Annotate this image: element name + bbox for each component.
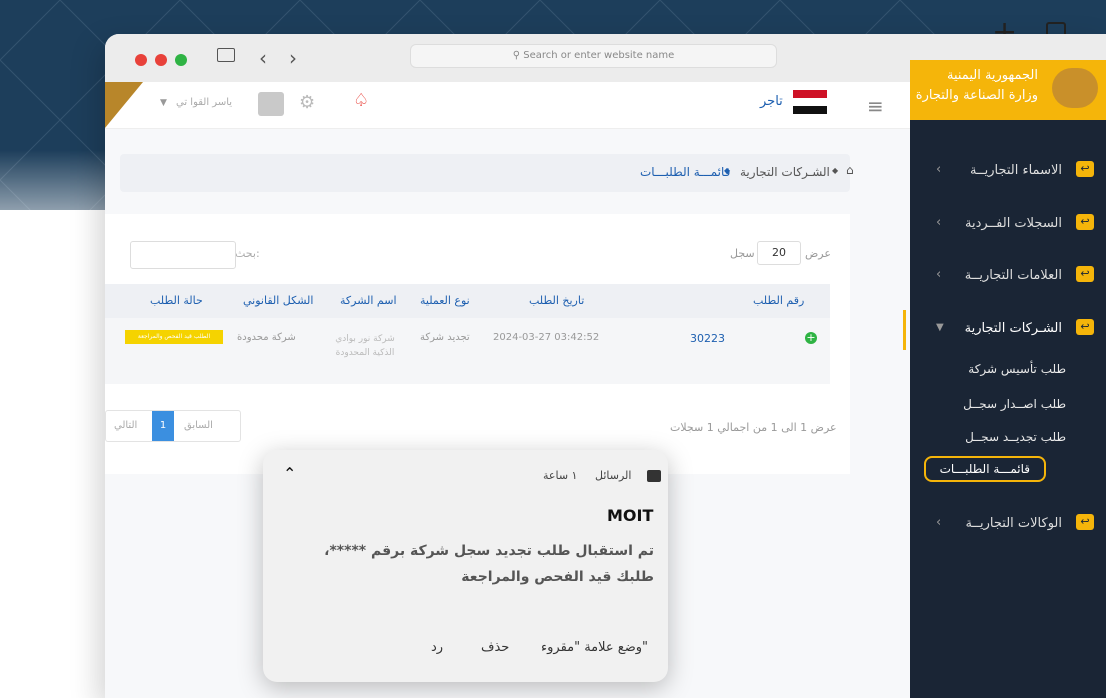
- table-info: عرض 1 الى 1 من اجمالي 1 سجلات: [670, 421, 837, 434]
- notification-app: الرسائل: [595, 469, 632, 482]
- minimize-window-button[interactable]: [155, 54, 167, 66]
- header-operation-type[interactable]: نوع العملية: [420, 294, 470, 307]
- records-label: سجل: [730, 247, 755, 260]
- page-size-select[interactable]: 20: [757, 241, 801, 265]
- sidebar-item-label: العلامات التجاريــة: [964, 268, 1062, 283]
- chevron-left-icon: ‹: [936, 162, 942, 177]
- sidebar-item-label: الاسماء التجاريــة: [970, 163, 1062, 178]
- table-header: رقم الطلب تاريخ الطلب نوع العملية اسم ال…: [105, 284, 830, 318]
- notification-body-line1: تم استقبال طلب تجديد سجل شركة برقم *****…: [324, 543, 654, 559]
- maximize-window-button[interactable]: [175, 54, 187, 66]
- exit-arrow-icon: ↩: [1076, 214, 1094, 230]
- exit-arrow-icon: ↩: [1076, 161, 1094, 177]
- requests-table-card: بحث: عرض 20 سجل رقم الطلب تاريخ الطلب نو…: [105, 214, 850, 474]
- submenu-item-renew[interactable]: طلب تجديــد سجــل: [965, 430, 1066, 444]
- table-row: + 30223 2024-03-27 03:42:52 تجديد شركة ش…: [105, 318, 830, 384]
- submenu-item-establish[interactable]: طلب تأسيس شركة: [968, 362, 1066, 376]
- settings-gear-icon[interactable]: ⚙: [299, 92, 315, 113]
- legal-form: شركة محدودة: [237, 332, 296, 343]
- user-role: تاجر: [760, 94, 783, 109]
- chevron-left-icon: ‹: [936, 267, 942, 282]
- header-request-date[interactable]: تاريخ الطلب: [529, 294, 584, 307]
- company-name: شركة نور بوادي الذكية المحدودة: [335, 334, 395, 358]
- delete-button[interactable]: حذف: [481, 640, 509, 655]
- header-request-status[interactable]: حالة الطلب: [150, 294, 203, 307]
- home-icon[interactable]: ⌂: [846, 163, 854, 177]
- sidebar-item-trademarks[interactable]: ↩ العلامات التجاريــة ‹: [906, 257, 1106, 297]
- operation-type: تجديد شركة: [420, 332, 470, 343]
- exit-arrow-icon: ↩: [1076, 514, 1094, 530]
- notification-popup[interactable]: ⌃ الرسائل ١ ساعة MOIT تم استقبال طلب تجد…: [263, 450, 668, 682]
- header-legal-form[interactable]: الشكل القانوني: [243, 294, 313, 307]
- messages-app-icon: [647, 470, 661, 482]
- expand-row-icon[interactable]: +: [805, 332, 817, 344]
- chevron-left-icon: ‹: [936, 215, 942, 230]
- ministry-brand: الجمهورية اليمنية وزارة الصناعة والتجارة: [910, 60, 1106, 120]
- sidebar: الجمهورية اليمنية وزارة الصناعة والتجارة…: [903, 60, 1106, 698]
- sidebar-item-companies[interactable]: ↩ الشـركات التجارية ▼: [903, 310, 1106, 350]
- yemen-emblem-icon: [1052, 68, 1098, 108]
- sidebar-item-agencies[interactable]: ↩ الوكالات التجاريــة ‹: [906, 505, 1106, 545]
- address-bar-placeholder: Search or enter website name: [523, 50, 675, 61]
- breadcrumb-separator: ◆: [724, 166, 731, 175]
- avatar: [258, 92, 284, 116]
- request-date: 2024-03-27 03:42:52: [493, 332, 600, 343]
- status-badge: الطلب قيد الفحص والمراجعة: [125, 330, 223, 344]
- collapse-chevron-icon[interactable]: ⌃: [283, 464, 296, 483]
- breadcrumb: قائمـــة الطلبـــات ◆ الشـركات التجارية …: [120, 154, 854, 192]
- chevron-down-icon: ▼: [936, 322, 944, 333]
- exit-arrow-icon: ↩: [1076, 319, 1094, 335]
- pagination-page[interactable]: 1: [152, 411, 174, 441]
- submenu-item-requests-list[interactable]: قائمـــة الطلبـــات: [923, 456, 1046, 482]
- user-dropdown[interactable]: ▼ ياسر القوا تي: [160, 92, 284, 116]
- address-bar[interactable]: ⚲ Search or enter website name: [410, 44, 777, 68]
- search-label: بحث:: [235, 247, 260, 260]
- notification-bell-icon[interactable]: ♤: [353, 90, 369, 111]
- pagination-next[interactable]: التالي: [114, 420, 137, 431]
- brand-line2: وزارة الصناعة والتجارة: [915, 88, 1038, 103]
- header-request-no[interactable]: رقم الطلب: [753, 294, 804, 307]
- back-icon[interactable]: ‹: [259, 46, 267, 70]
- user-name: ياسر القوا تي: [176, 97, 233, 108]
- request-number-link[interactable]: 30223: [690, 332, 725, 345]
- pagination: التالي 1 السابق: [105, 410, 241, 442]
- sidebar-item-label: الوكالات التجاريــة: [965, 516, 1062, 531]
- reply-button[interactable]: رد: [431, 640, 443, 655]
- hamburger-menu-icon[interactable]: ≡: [867, 94, 884, 118]
- yemen-flag-icon: [793, 90, 827, 114]
- header-company-name[interactable]: اسم الشركة: [340, 294, 397, 307]
- forward-icon[interactable]: ›: [289, 46, 297, 70]
- sidebar-item-trade-names[interactable]: ↩ الاسماء التجاريــة ‹: [906, 152, 1106, 192]
- sidebar-toggle-icon[interactable]: [217, 48, 235, 62]
- search-icon: ⚲: [512, 50, 521, 61]
- notification-time: ١ ساعة: [543, 469, 578, 482]
- mark-read-button[interactable]: وضع علامة "مقروء": [541, 640, 648, 655]
- sidebar-item-label: الشـركات التجارية: [964, 321, 1062, 336]
- notification-body: تم استقبال طلب تجديد سجل شركة برقم *****…: [274, 538, 654, 590]
- sidebar-item-individual-records[interactable]: ↩ السجلات الفــردية ‹: [906, 205, 1106, 245]
- submenu-item-issue[interactable]: طلب اصــدار سجــل: [963, 397, 1066, 411]
- chevron-down-icon: ▼: [160, 98, 167, 108]
- breadcrumb-section[interactable]: الشـركات التجارية: [740, 165, 830, 179]
- chevron-left-icon: ‹: [936, 515, 942, 530]
- close-window-button[interactable]: [135, 54, 147, 66]
- exit-arrow-icon: ↩: [1076, 266, 1094, 282]
- breadcrumb-current: قائمـــة الطلبـــات: [640, 165, 731, 179]
- notification-body-line2: طلبك قيد الفحص والمراجعة: [461, 569, 654, 585]
- pagination-prev[interactable]: السابق: [184, 420, 213, 431]
- search-input[interactable]: [130, 241, 236, 269]
- show-label: عرض: [805, 247, 831, 260]
- brand-line1: الجمهورية اليمنية: [946, 68, 1038, 83]
- breadcrumb-separator: ◆: [832, 166, 839, 175]
- notification-sender: MOIT: [607, 506, 654, 525]
- menu-grid-icon[interactable]: [105, 82, 143, 128]
- sidebar-item-label: السجلات الفــردية: [964, 216, 1062, 231]
